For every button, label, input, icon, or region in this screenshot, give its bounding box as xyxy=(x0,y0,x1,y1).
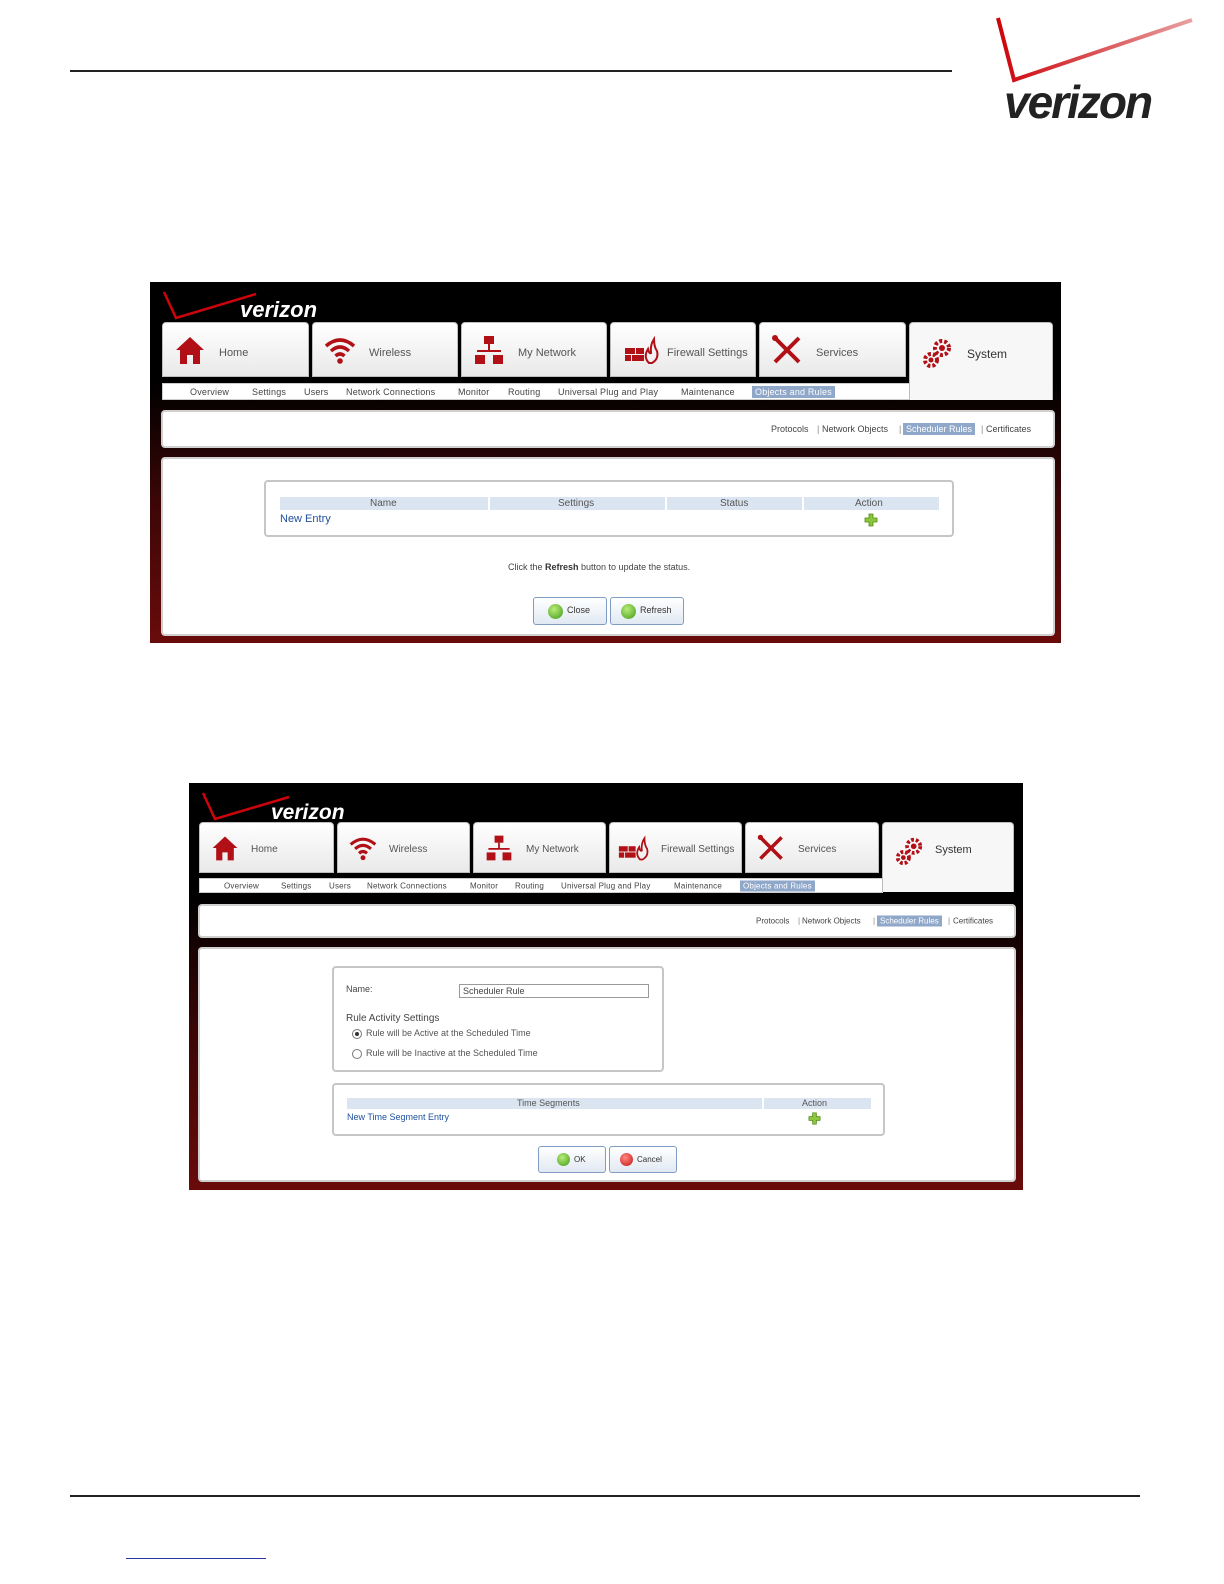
rule-settings-box: Name: Rule Activity Settings Rule will b… xyxy=(332,966,664,1072)
subnav-monitor[interactable]: Monitor xyxy=(458,387,489,397)
router-verizon-logo: verizon xyxy=(162,291,317,322)
crumb-network-objects[interactable]: Network Objects xyxy=(802,917,861,926)
refresh-icon xyxy=(621,604,636,619)
tab-system[interactable]: System xyxy=(882,822,1014,892)
add-icon[interactable] xyxy=(808,1112,821,1125)
objects-breadcrumb-bar: Protocols | Network Objects | Scheduler … xyxy=(161,410,1055,448)
gears-icon xyxy=(895,837,923,866)
header-action: Action xyxy=(855,498,883,509)
crumb-certificates[interactable]: Certificates xyxy=(953,917,993,926)
subnav-routing[interactable]: Routing xyxy=(515,881,544,890)
svg-text:verizon: verizon xyxy=(271,801,345,824)
ok-check-icon xyxy=(557,1153,570,1166)
header-time-segments: Time Segments xyxy=(517,1098,580,1108)
header-rule xyxy=(70,70,952,72)
subnav-network-connections[interactable]: Network Connections xyxy=(367,881,447,890)
subnav-maintenance[interactable]: Maintenance xyxy=(674,881,722,890)
router-verizon-logo: verizon xyxy=(201,792,345,824)
subnav-overview[interactable]: Overview xyxy=(190,387,229,397)
header-settings: Settings xyxy=(558,498,595,509)
tab-my-network[interactable]: My Network xyxy=(461,322,607,377)
subnav-users[interactable]: Users xyxy=(304,387,329,397)
radio-active[interactable] xyxy=(352,1029,362,1039)
close-icon xyxy=(548,604,563,619)
tab-home[interactable]: Home xyxy=(162,322,309,377)
ok-button[interactable]: OK xyxy=(538,1146,606,1173)
tab-home[interactable]: Home xyxy=(199,822,334,873)
scheduler-rules-panel: Name Settings Status Action New Entry Cl… xyxy=(161,457,1055,636)
radio-inactive-label: Rule will be Inactive at the Scheduled T… xyxy=(366,1048,538,1058)
subnav-overview[interactable]: Overview xyxy=(224,881,259,890)
crumb-protocols[interactable]: Protocols xyxy=(756,917,789,926)
close-button[interactable]: Close xyxy=(533,597,607,625)
verizon-wordmark: verizon xyxy=(1004,76,1152,128)
crumb-scheduler-rules[interactable]: Scheduler Rules xyxy=(903,423,976,435)
screenshot-scheduler-rule-edit: verizon Home Wireless My Network Firewal… xyxy=(189,783,1023,1190)
crumb-network-objects[interactable]: Network Objects xyxy=(822,424,888,434)
rule-activity-heading: Rule Activity Settings xyxy=(346,1013,440,1024)
add-icon[interactable] xyxy=(864,513,878,527)
verizon-logo: verizon xyxy=(996,17,1193,128)
tab-wireless[interactable]: Wireless xyxy=(312,322,458,377)
crumb-protocols[interactable]: Protocols xyxy=(771,424,809,434)
tab-services[interactable]: Services xyxy=(759,322,906,377)
crumb-certificates[interactable]: Certificates xyxy=(986,424,1031,434)
subnav-users[interactable]: Users xyxy=(329,881,351,890)
scheduler-rules-table: Name Settings Status Action New Entry xyxy=(264,480,954,537)
new-entry-link[interactable]: New Entry xyxy=(280,513,331,525)
network-icon xyxy=(475,335,503,364)
tools-icon xyxy=(757,834,783,860)
footer-rule xyxy=(70,1495,1140,1497)
wifi-icon xyxy=(349,837,377,860)
scheduler-rule-edit-panel: Name: Rule Activity Settings Rule will b… xyxy=(198,947,1016,1182)
tab-wireless[interactable]: Wireless xyxy=(337,822,470,873)
tab-services[interactable]: Services xyxy=(745,822,879,873)
screenshot-scheduler-rules-list: verizon Home Wireless My Network Firewal… xyxy=(150,282,1061,643)
header-action: Action xyxy=(802,1098,828,1108)
wifi-icon xyxy=(324,337,356,364)
cancel-button[interactable]: Cancel xyxy=(609,1146,677,1173)
system-subnav: Overview Settings Users Network Connecti… xyxy=(162,383,910,400)
firewall-icon xyxy=(625,335,659,364)
name-input[interactable] xyxy=(459,984,649,998)
time-segments-table: Time Segments Action New Time Segment En… xyxy=(332,1083,885,1136)
radio-inactive[interactable] xyxy=(352,1049,362,1059)
tab-my-network[interactable]: My Network xyxy=(473,822,606,873)
tab-system[interactable]: System xyxy=(909,322,1053,400)
tools-icon xyxy=(772,334,801,363)
table-header: Name Settings Status Action xyxy=(280,497,939,510)
subnav-upnp[interactable]: Universal Plug and Play xyxy=(561,881,651,890)
refresh-button[interactable]: Refresh xyxy=(610,597,684,625)
system-subnav: Overview Settings Users Network Connecti… xyxy=(199,878,883,893)
network-icon xyxy=(486,835,512,860)
home-icon xyxy=(176,336,204,364)
segments-header: Time Segments Action xyxy=(347,1098,871,1109)
svg-text:verizon: verizon xyxy=(240,297,317,322)
name-label: Name: xyxy=(346,984,373,994)
objects-breadcrumb-bar: Protocols | Network Objects | Scheduler … xyxy=(198,904,1016,938)
subnav-objects-and-rules[interactable]: Objects and Rules xyxy=(740,880,815,891)
subnav-routing[interactable]: Routing xyxy=(508,387,540,397)
radio-active-label: Rule will be Active at the Scheduled Tim… xyxy=(366,1028,531,1038)
crumb-scheduler-rules[interactable]: Scheduler Rules xyxy=(877,915,942,927)
subnav-monitor[interactable]: Monitor xyxy=(470,881,498,890)
header-status: Status xyxy=(720,498,749,509)
refresh-note: Click the Refresh button to update the s… xyxy=(508,562,691,572)
subnav-network-connections[interactable]: Network Connections xyxy=(346,387,435,397)
tab-firewall-settings[interactable]: Firewall Settings xyxy=(610,322,756,377)
subnav-objects-and-rules[interactable]: Objects and Rules xyxy=(752,385,835,398)
subnav-settings[interactable]: Settings xyxy=(281,881,312,890)
firewall-icon xyxy=(618,834,649,860)
tab-firewall-settings[interactable]: Firewall Settings xyxy=(609,822,742,873)
gears-icon xyxy=(923,339,951,368)
subnav-upnp[interactable]: Universal Plug and Play xyxy=(558,387,658,397)
footer-link-underline[interactable] xyxy=(126,1558,266,1559)
home-icon xyxy=(212,836,238,860)
subnav-maintenance[interactable]: Maintenance xyxy=(681,387,735,397)
cancel-x-icon xyxy=(620,1153,633,1166)
new-time-segment-link[interactable]: New Time Segment Entry xyxy=(347,1112,449,1122)
subnav-settings[interactable]: Settings xyxy=(252,387,286,397)
header-name: Name xyxy=(370,498,397,509)
